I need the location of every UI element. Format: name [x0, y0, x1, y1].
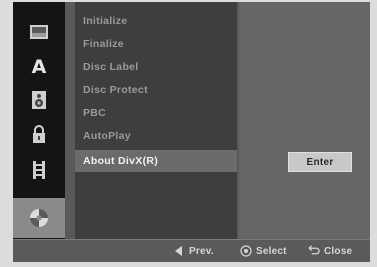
- close-hint[interactable]: Close: [308, 240, 352, 262]
- menu-item-autoplay[interactable]: AutoPlay: [75, 125, 237, 147]
- enter-button[interactable]: Enter: [288, 152, 352, 172]
- menu-item-about-divx[interactable]: About DivX(R): [75, 150, 237, 172]
- lock-icon[interactable]: [13, 114, 65, 154]
- film-icon[interactable]: [13, 150, 65, 190]
- menu-item-initialize[interactable]: Initialize: [75, 10, 237, 32]
- hint-bar: Prev. Select Close: [13, 239, 370, 262]
- select-label: Select: [256, 245, 287, 257]
- arrow-left-icon: [173, 245, 185, 257]
- select-button-icon: [240, 245, 252, 257]
- select-hint[interactable]: Select: [240, 240, 287, 262]
- menu-item-finalize[interactable]: Finalize: [75, 33, 237, 55]
- menu-item-pbc[interactable]: PBC: [75, 102, 237, 124]
- prev-hint[interactable]: Prev.: [173, 240, 214, 262]
- return-icon: [308, 245, 320, 257]
- setup-menu-window: A Initialize Finalize Disc Label Disc Pr…: [13, 2, 370, 262]
- prev-label: Prev.: [189, 245, 214, 257]
- disc-icon[interactable]: [13, 198, 65, 238]
- disc-menu: Initialize Finalize Disc Label Disc Prot…: [75, 2, 237, 239]
- svg-text:A: A: [32, 56, 47, 76]
- close-label: Close: [324, 245, 353, 257]
- options-panel: Enter: [239, 2, 370, 239]
- menu-item-disc-label[interactable]: Disc Label: [75, 56, 237, 78]
- menu-item-disc-protect[interactable]: Disc Protect: [75, 79, 237, 101]
- category-rail: A: [13, 2, 65, 239]
